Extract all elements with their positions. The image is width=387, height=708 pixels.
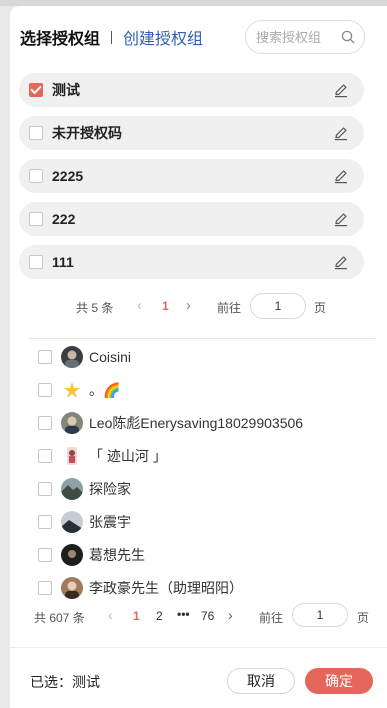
footer-divider	[10, 647, 387, 648]
prev-page-icon[interactable]: ‹	[108, 607, 113, 623]
user-checkbox[interactable]	[38, 514, 52, 529]
avatar	[61, 345, 83, 368]
confirm-button[interactable]: 确定	[305, 668, 373, 694]
group-total-count: 共 5 条	[76, 301, 114, 315]
cancel-button[interactable]: 取消	[227, 668, 295, 694]
edit-icon[interactable]	[333, 211, 349, 227]
user-item[interactable]: 张震宇	[38, 505, 368, 538]
user-name: 探险家	[89, 480, 131, 497]
page-unit-label: 页	[357, 611, 370, 625]
user-item[interactable]: 李政豪先生（助理昭阳）	[38, 571, 368, 604]
avatar	[61, 543, 83, 566]
user-list: Coisini 。🌈 Leo陈彪Enerysaving18029903506 「…	[38, 340, 368, 604]
user-name: Leo陈彪Enerysaving18029903506	[89, 414, 304, 431]
user-name: 。🌈	[89, 381, 121, 398]
group-name: 测试	[52, 82, 80, 98]
group-name: 2225	[52, 168, 84, 184]
user-name: 李政豪先生（助理昭阳）	[89, 579, 243, 596]
dialog-header: 选择授权组 创建授权组	[20, 20, 365, 54]
user-item[interactable]: 葛想先生	[38, 538, 368, 571]
avatar	[61, 477, 83, 500]
group-item[interactable]: 222	[19, 202, 364, 236]
more-pages-icon[interactable]: •••	[177, 607, 190, 621]
page-number-last[interactable]: 76	[201, 609, 214, 623]
avatar	[61, 378, 83, 401]
user-item[interactable]: 「 迹山河 」	[38, 439, 368, 472]
user-name: 「 迹山河 」	[89, 447, 167, 464]
user-checkbox[interactable]	[38, 415, 52, 430]
group-name: 222	[52, 211, 76, 227]
user-checkbox[interactable]	[38, 547, 52, 562]
edit-icon[interactable]	[333, 82, 349, 98]
group-name: 未开授权码	[52, 125, 122, 141]
page-number-current[interactable]: 1	[133, 609, 140, 623]
edit-icon[interactable]	[333, 168, 349, 184]
page-unit-label: 页	[314, 301, 327, 315]
prev-page-icon[interactable]: ‹	[137, 297, 142, 314]
user-item[interactable]: 探险家	[38, 472, 368, 505]
group-checkbox[interactable]	[29, 169, 43, 183]
group-item[interactable]: 2225	[19, 159, 364, 193]
user-checkbox[interactable]	[38, 382, 52, 397]
selected-summary: 已选：测试	[30, 674, 100, 690]
goto-page-input[interactable]	[250, 293, 306, 319]
page-number-2[interactable]: 2	[156, 609, 163, 623]
next-page-icon[interactable]: ›	[228, 607, 233, 623]
user-item[interactable]: Leo陈彪Enerysaving18029903506	[38, 406, 368, 439]
user-checkbox[interactable]	[38, 448, 52, 463]
user-checkbox[interactable]	[38, 481, 52, 496]
avatar	[61, 411, 83, 434]
edit-icon[interactable]	[333, 254, 349, 270]
user-name: Coisini	[89, 348, 132, 365]
goto-label: 前往	[217, 301, 242, 315]
group-checkbox[interactable]	[29, 126, 43, 140]
section-divider	[29, 338, 375, 339]
goto-page-input[interactable]	[292, 603, 348, 627]
avatar	[61, 444, 83, 467]
user-item[interactable]: 。🌈	[38, 373, 368, 406]
avatar	[61, 576, 83, 599]
group-name: 111	[52, 254, 74, 270]
user-total-count: 共 607 条	[34, 611, 85, 625]
search-input[interactable]	[256, 29, 336, 45]
user-checkbox[interactable]	[38, 580, 52, 595]
user-item[interactable]: Coisini	[38, 340, 368, 373]
search-icon[interactable]	[341, 30, 355, 44]
tab-create-group[interactable]: 创建授权组	[123, 25, 203, 49]
goto-label: 前往	[259, 611, 284, 625]
user-name: 张震宇	[89, 513, 131, 530]
user-checkbox[interactable]	[38, 349, 52, 364]
edit-icon[interactable]	[333, 125, 349, 141]
group-item[interactable]: 测试	[19, 73, 364, 107]
page-number-current[interactable]: 1	[162, 299, 169, 313]
avatar	[61, 510, 83, 533]
tab-separator	[111, 30, 113, 44]
tab-select-group[interactable]: 选择授权组	[20, 25, 100, 49]
group-checkbox[interactable]	[29, 255, 43, 269]
search-box[interactable]	[245, 20, 365, 54]
next-page-icon[interactable]: ›	[186, 297, 191, 314]
group-item[interactable]: 未开授权码	[19, 116, 364, 150]
group-item[interactable]: 111	[19, 245, 364, 279]
group-checkbox[interactable]	[29, 83, 43, 97]
group-pagination: 共 5 条 ‹ 1 › 前往 页	[19, 292, 364, 320]
user-name: 葛想先生	[89, 546, 145, 563]
group-list: 测试 未开授权码 2225 222 111	[19, 73, 364, 288]
group-checkbox[interactable]	[29, 212, 43, 226]
user-pagination: 共 607 条 ‹ 1 2 ••• 76 › 前往 页	[24, 601, 374, 629]
